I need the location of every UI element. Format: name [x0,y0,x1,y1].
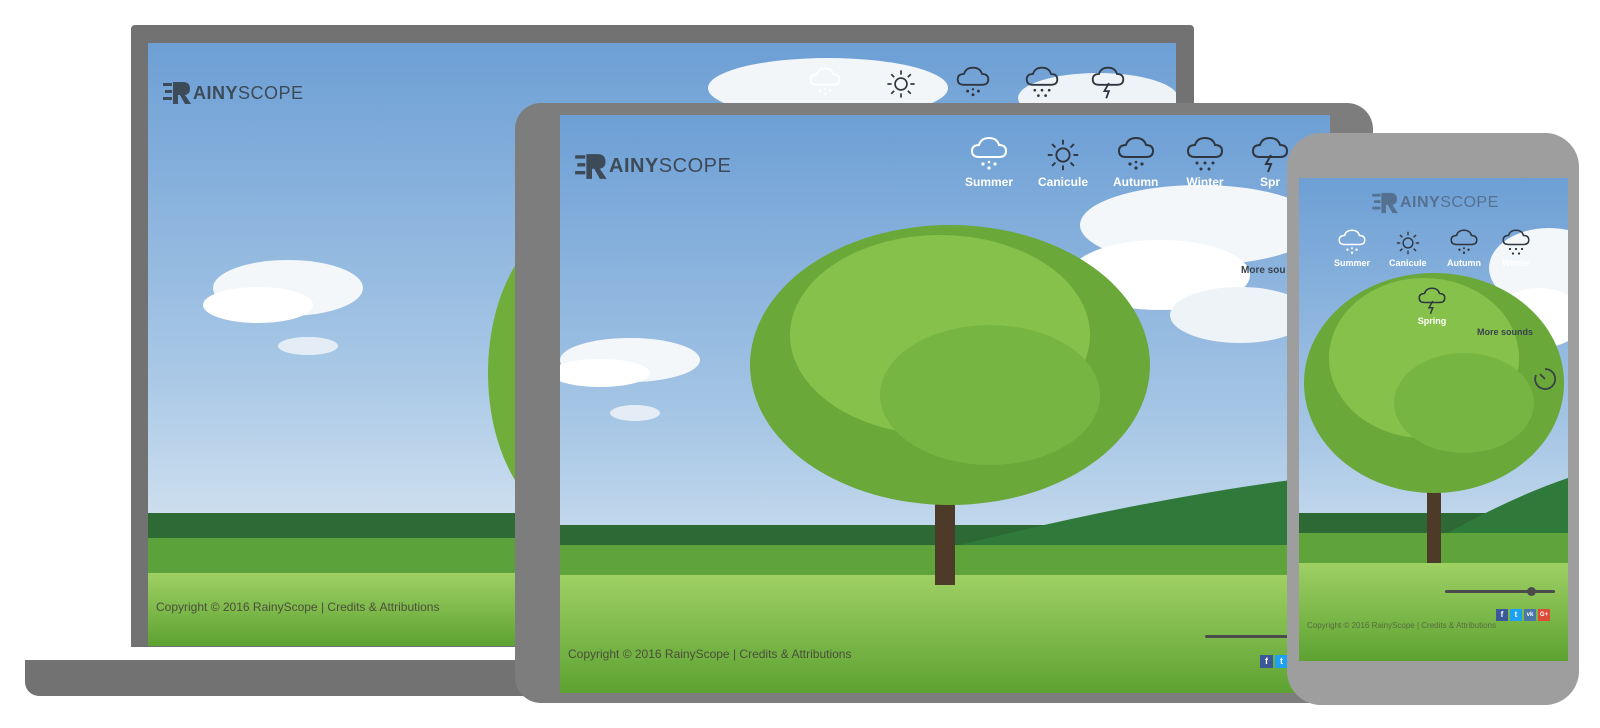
footer-separator: | [1416,621,1420,630]
logo-bold-text: AINY [193,82,239,103]
cloud-icon [1116,135,1156,175]
logo[interactable]: AINY SCOPE [163,81,304,105]
logo-mark-icon [163,81,193,105]
volume-slider[interactable] [1445,587,1555,596]
snow-cloud-icon [1501,228,1531,258]
tablet-nav-autumn[interactable]: Autumn [1113,135,1158,189]
tablet-footer: Copyright © 2016 RainyScope | Credits & … [568,647,851,661]
logo[interactable]: AINY SCOPE [575,153,731,180]
rain-cloud-icon [1337,228,1367,258]
credits-link[interactable]: Credits & Attributions [327,600,439,614]
snow-cloud-icon [1024,65,1060,101]
sun-icon [1394,228,1422,258]
phone-nav-canicule[interactable]: Canicule [1389,228,1427,268]
laptop-nav-canicule[interactable] [884,67,918,101]
meadow-background [560,115,1330,693]
more-sounds-button[interactable]: More sou [1241,265,1285,276]
tablet-nav-summer[interactable]: Summer [965,135,1013,189]
credits-link[interactable]: Credits & Attributions [1421,621,1496,630]
logo-bold-text: AINY [609,155,659,177]
footer-separator: | [320,600,325,614]
nav-label: Autumn [1113,175,1159,189]
rain-cloud-icon [969,135,1009,175]
phone-nav-spring[interactable]: Spring [1417,286,1447,326]
tablet-screen: AINY SCOPE Summer Canicule Autumn Winter … [560,115,1330,693]
nav-label: Summer [1334,258,1371,268]
copyright-text: Copyright © 2016 RainyScope [156,600,318,614]
copyright-text: Copyright © 2016 RainyScope [568,647,730,661]
tablet-social-links: f t [1260,655,1288,668]
logo-light-text: SCOPE [238,82,304,103]
nav-label: Spr [1259,175,1280,189]
sun-icon [884,67,918,101]
laptop-nav-winter[interactable] [1024,65,1060,101]
tablet-nav-spring[interactable]: Spr [1250,135,1290,189]
logo-light-text: SCOPE [1440,194,1499,211]
copyright-text: Copyright © 2016 RainyScope [1307,621,1415,630]
snow-cloud-icon [1185,135,1225,175]
nav-label: Winter [1502,258,1530,268]
laptop-nav-autumn[interactable] [955,65,991,101]
nav-label: Autumn [1447,258,1481,268]
facebook-icon[interactable]: f [1496,609,1508,621]
tablet-nav-canicule[interactable]: Canicule [1038,135,1088,189]
cloud-icon [1449,228,1479,258]
laptop-nav-spring[interactable] [1090,65,1126,101]
sun-icon [1044,135,1082,175]
laptop-nav-summer[interactable] [808,65,842,101]
phone-nav-winter[interactable]: Winter [1501,228,1531,268]
nav-label: Spring [1417,316,1447,326]
nav-label: Summer [965,175,1014,189]
storm-cloud-icon [1090,65,1126,101]
timer-icon[interactable] [1532,366,1558,392]
phone-screen: AINY SCOPE Summer Canicule Autumn Winter … [1299,178,1568,661]
google-plus-icon[interactable]: G+ [1538,609,1550,621]
logo-mark-icon [575,153,609,180]
laptop-footer: Copyright © 2016 RainyScope | Credits & … [156,600,439,614]
nav-label: Canicule [1389,258,1427,268]
vk-icon[interactable]: vk [1524,609,1536,621]
credits-link[interactable]: Credits & Attributions [739,647,851,661]
logo-light-text: SCOPE [658,155,732,177]
phone-nav-autumn[interactable]: Autumn [1447,228,1481,268]
tablet-nav-winter[interactable]: Winter [1185,135,1225,189]
facebook-icon[interactable]: f [1260,655,1273,668]
nav-label: Canicule [1038,175,1089,189]
phone-social-links: f t vk G+ [1496,609,1550,621]
rain-cloud-icon [808,65,842,101]
logo-mark-icon [1372,192,1400,214]
storm-cloud-icon [1250,135,1290,175]
phone-footer: Copyright © 2016 RainyScope | Credits & … [1307,621,1496,630]
more-sounds-button[interactable]: More sounds [1477,327,1533,337]
nav-label: Winter [1186,175,1224,189]
logo[interactable]: AINY SCOPE [1372,192,1499,214]
twitter-icon[interactable]: t [1510,609,1522,621]
storm-cloud-icon [1417,286,1447,316]
logo-bold-text: AINY [1400,194,1441,211]
cloud-icon [955,65,991,101]
phone-nav-summer[interactable]: Summer [1334,228,1370,268]
footer-separator: | [732,647,737,661]
volume-knob[interactable] [1526,587,1536,596]
